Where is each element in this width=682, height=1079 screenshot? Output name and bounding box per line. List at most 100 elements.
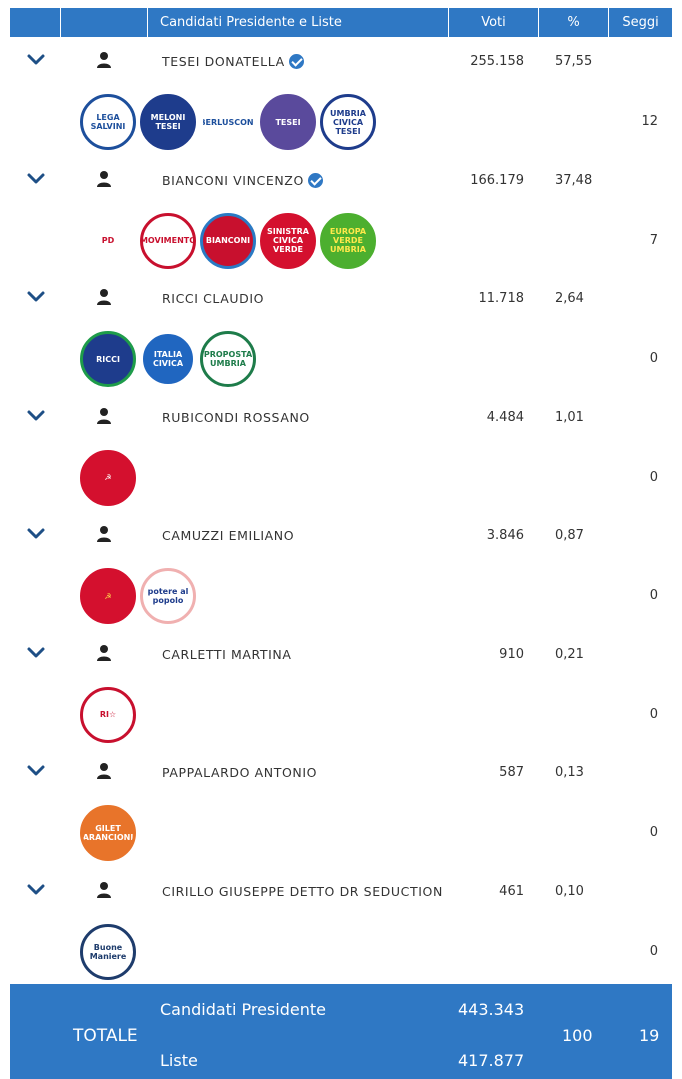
potere-al-popolo-logo: potere al popolo [140, 568, 196, 624]
candidate-name-text: BIANCONI VINCENZO [162, 172, 304, 188]
candidate-seats: 0 [649, 588, 658, 603]
candidate-votes: 587 [499, 765, 524, 780]
total-lists-label: Liste [160, 1051, 198, 1070]
lega-salvini-logo: LEGA SALVINI [80, 94, 136, 150]
candidate-row: CARLETTI MARTINA 910 0,21 RI☆ 0 [10, 633, 672, 751]
list-logos: RI☆ [80, 685, 136, 745]
chevron-down-icon[interactable] [26, 763, 46, 779]
candidate-name-text: RUBICONDI ROSSANO [162, 409, 310, 425]
gilet-arancioni-logo: GILET ARANCIONI [80, 805, 136, 861]
candidate-name: BIANCONI VINCENZO [162, 172, 323, 188]
candidate-row: CAMUZZI EMILIANO 3.846 0,87 ☭ potere al popo… [10, 514, 672, 632]
chevron-down-icon[interactable] [26, 526, 46, 542]
italia-civica-logo: ITALIA CIVICA [140, 331, 196, 387]
candidate-row: BIANCONI VINCENZO 166.179 37,48 PD MOVIMENTO… [10, 159, 672, 277]
list-logos: ☭ potere al popolo [80, 566, 196, 626]
candidate-name-text: RICCI CLAUDIO [162, 291, 265, 306]
person-icon [96, 288, 112, 306]
candidate-pct: 57,55 [555, 54, 593, 69]
pd-logo: PD [80, 212, 136, 269]
list-logos: PD MOVIMENTO BIANCONI SINISTRA CIVICA VERDE… [80, 211, 376, 271]
candidate-pct: 0,13 [555, 765, 584, 780]
candidate-name: RUBICONDI ROSSANO [162, 410, 310, 425]
total-label: TOTALE [73, 1026, 138, 1046]
candidate-votes: 255.158 [470, 54, 524, 69]
candidate-summary: CAMUZZI EMILIANO 3.846 0,87 [10, 514, 672, 558]
chevron-down-icon[interactable] [26, 882, 46, 898]
candidate-votes: 3.846 [486, 528, 524, 543]
list-logos: ☭ [80, 448, 136, 508]
candidate-votes: 166.179 [470, 172, 524, 188]
total-lists-votes: 417.877 [458, 1051, 525, 1070]
total-candidates-votes: 443.343 [458, 1000, 525, 1019]
europa-verde-logo: EUROPA VERDE UMBRIA [320, 212, 376, 269]
candidate-summary: RICCI CLAUDIO 11.718 2,64 [10, 277, 672, 321]
candidate-seats: 12 [641, 114, 658, 129]
total-row: TOTALE Candidati Presidente Liste 443.34… [10, 984, 672, 1079]
candidate-pct: 0,87 [555, 528, 584, 543]
person-icon [96, 762, 112, 780]
chevron-down-icon[interactable] [26, 171, 46, 187]
candidate-name: RICCI CLAUDIO [162, 291, 264, 306]
person-icon [96, 170, 112, 188]
bianconi-per-umbria-logo: BIANCONI [200, 212, 256, 269]
total-candidates-label: Candidati Presidente [160, 1000, 326, 1019]
elected-check-icon [307, 172, 323, 188]
fratelli-italia-logo: MELONI TESEI [140, 94, 196, 150]
candidate-seats: 0 [649, 943, 658, 959]
pci-logo: ☭ [80, 568, 136, 624]
candidate-pct: 0,21 [555, 646, 584, 662]
total-pct: 100 [562, 1026, 593, 1045]
candidate-name: PAPPALARDO ANTONIO [162, 765, 317, 780]
candidate-row: RICCI CLAUDIO 11.718 2,64 RICCI ITALIA CIVIC… [10, 277, 672, 395]
candidate-name: CARLETTI MARTINA [162, 647, 291, 662]
candidate-votes: 910 [499, 646, 524, 662]
candidate-row: PAPPALARDO ANTONIO 587 0,13 GILET ARANCIONI… [10, 751, 672, 869]
candidate-name-text: CIRILLO GIUSEPPE DETTO DR SEDUCTION [162, 883, 443, 899]
total-seats: 19 [639, 1026, 660, 1045]
candidate-pct: 1,01 [555, 409, 584, 425]
candidate-votes: 11.718 [478, 291, 525, 306]
header-expand-col [10, 8, 61, 37]
chevron-down-icon[interactable] [26, 289, 46, 305]
header-votes-col: Voti [449, 8, 539, 37]
buone-maniere-logo: Buone Maniere [80, 923, 136, 980]
person-icon [96, 525, 112, 543]
candidate-summary: CARLETTI MARTINA 910 0,21 [10, 633, 672, 677]
candidate-summary: RUBICONDI ROSSANO 4.484 1,01 [10, 396, 672, 440]
partito-comunista-logo: ☭ [80, 449, 136, 506]
list-logos: Buone Maniere [80, 922, 136, 982]
movimento-5-stelle-logo: MOVIMENTO [140, 212, 196, 269]
candidate-summary: PAPPALARDO ANTONIO 587 0,13 [10, 751, 672, 795]
riconquistare-italia-logo: RI☆ [80, 686, 136, 743]
candidate-summary: BIANCONI VINCENZO 166.179 37,48 [10, 159, 672, 203]
candidate-name: CIRILLO GIUSEPPE DETTO DR SEDUCTION [162, 884, 443, 899]
candidate-name: CAMUZZI EMILIANO [162, 528, 294, 543]
chevron-down-icon[interactable] [26, 52, 46, 68]
person-icon [96, 51, 112, 69]
header-name-col: Candidati Presidente e Liste [148, 8, 449, 37]
candidate-name-text: CAMUZZI EMILIANO [162, 528, 295, 543]
candidate-seats: 7 [649, 232, 658, 248]
candidate-votes: 4.484 [486, 409, 524, 425]
candidate-summary: TESEI DONATELLA 255.158 57,55 [10, 40, 672, 84]
chevron-down-icon[interactable] [26, 645, 46, 661]
candidate-row: CIRILLO GIUSEPPE DETTO DR SEDUCTION 461 0,… [10, 870, 672, 988]
list-logos: RICCI ITALIA CIVICA PROPOSTA UMBRIA [80, 329, 256, 389]
candidate-pct: 0,10 [555, 883, 584, 899]
person-icon [96, 881, 112, 899]
candidate-seats: 0 [649, 825, 658, 840]
candidate-seats: 0 [649, 469, 658, 485]
umbria-civica-logo: UMBRIA CIVICA TESEI [320, 94, 376, 150]
candidate-seats: 0 [649, 706, 658, 722]
ricci-presidente-logo: RICCI [80, 331, 136, 387]
candidate-pct: 37,48 [555, 172, 593, 188]
candidate-name: TESEI DONATELLA [162, 54, 304, 69]
elected-check-icon [288, 54, 304, 69]
person-icon [96, 407, 112, 425]
header-seats-col: Seggi [609, 8, 672, 37]
list-logos: LEGA SALVINI MELONI TESEI BERLUSCONI TESEI U… [80, 92, 376, 152]
chevron-down-icon[interactable] [26, 408, 46, 424]
results-table-header: Candidati Presidente e Liste Voti % Segg… [10, 8, 672, 37]
forza-italia-logo: BERLUSCONI [200, 94, 256, 150]
